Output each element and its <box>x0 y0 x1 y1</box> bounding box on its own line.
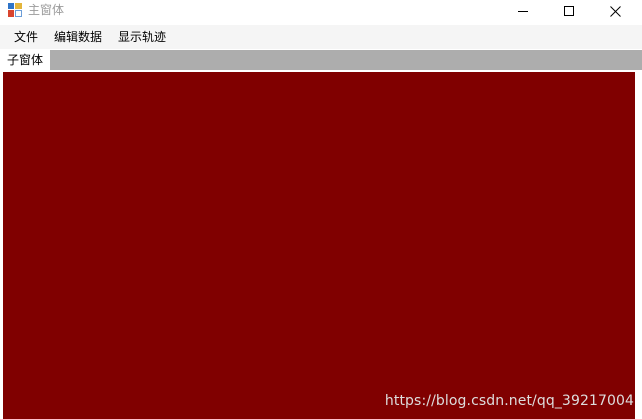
mdi-client-area: https://blog.csdn.net/qq_39217004 <box>0 70 642 419</box>
watermark-text: https://blog.csdn.net/qq_39217004 <box>384 393 634 409</box>
tab-child-window[interactable]: 子窗体 <box>0 50 50 70</box>
child-window-surface[interactable] <box>3 72 635 419</box>
minimize-icon <box>517 10 528 12</box>
mdi-tab-strip: 子窗体 <box>0 50 642 70</box>
minimize-button[interactable] <box>500 0 546 22</box>
maximize-button[interactable] <box>546 0 592 22</box>
menu-bar: 文件 编辑数据 显示轨迹 <box>0 25 642 49</box>
form-app-icon <box>8 3 22 17</box>
menu-show-trajectory[interactable]: 显示轨迹 <box>110 27 174 47</box>
main-window: 主窗体 文件 编辑数据 显示轨迹 子窗体 https://blog.csdn.n <box>0 0 642 419</box>
title-bar[interactable]: 主窗体 <box>0 0 642 24</box>
client-right-border <box>635 70 642 419</box>
close-button[interactable] <box>592 0 638 22</box>
maximize-icon <box>563 5 574 16</box>
close-icon <box>609 5 621 17</box>
window-title: 主窗体 <box>28 3 65 17</box>
menu-edit-data[interactable]: 编辑数据 <box>46 27 110 47</box>
menu-file[interactable]: 文件 <box>6 27 46 47</box>
